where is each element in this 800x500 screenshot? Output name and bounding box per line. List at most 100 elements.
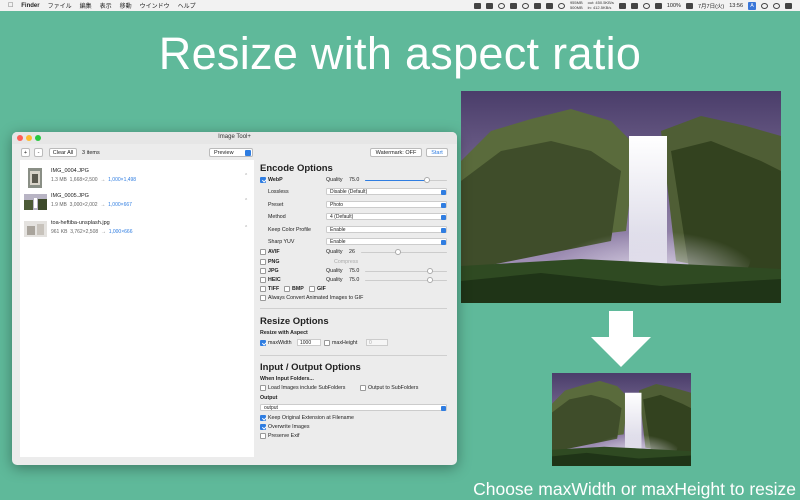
color-profile-select-value: Enable <box>330 227 346 233</box>
arrow-down-icon <box>591 311 651 367</box>
battery-percent: 100% <box>666 2 681 9</box>
record-icon[interactable] <box>521 2 529 9</box>
file-list[interactable]: IMG_0004.JPG 1.3 MB 1,668×2,500 → 1,000×… <box>20 160 254 457</box>
title-bar[interactable]: Image Tool+ <box>12 132 457 144</box>
avif-checkbox[interactable] <box>260 249 266 255</box>
start-button[interactable]: Start <box>426 148 448 157</box>
bmp-checkbox[interactable] <box>284 286 290 292</box>
jpg-quality-value: 75.0 <box>349 268 360 274</box>
shield-icon[interactable] <box>533 2 541 9</box>
file-item[interactable]: IMG_0004.JPG 1.3 MB 1,668×2,500 → 1,000×… <box>20 164 254 190</box>
jpg-label: JPG <box>268 268 279 274</box>
lossless-select[interactable]: Disable (Default) <box>326 188 447 195</box>
sharp-yuv-select-value: Enable <box>330 239 346 245</box>
file-dimensions: 961 KB 3,762×2,508 → 1,000×666 <box>51 229 133 235</box>
wifi-icon[interactable] <box>654 2 662 9</box>
window-icon[interactable] <box>509 2 517 9</box>
io-options-heading: Input / Output Options <box>260 362 361 373</box>
sharp-yuv-select[interactable]: Enable <box>326 238 447 245</box>
chevron-updown-icon <box>440 189 446 195</box>
battery-icon[interactable] <box>685 2 693 9</box>
preset-select[interactable]: Photo <box>326 201 447 208</box>
divider <box>260 355 447 356</box>
preview-select[interactable]: Preview <box>209 148 253 157</box>
cloud-icon[interactable] <box>545 2 553 9</box>
jpg-checkbox[interactable] <box>260 268 266 274</box>
watermark-button[interactable]: Watermark: OFF <box>370 148 422 157</box>
chevron-updown-icon <box>440 202 446 208</box>
jpg-quality-slider[interactable] <box>365 268 447 274</box>
load-subfolders-checkbox[interactable] <box>260 385 266 391</box>
menu-view[interactable]: 表示 <box>100 1 112 10</box>
avif-quality-slider[interactable] <box>361 249 447 255</box>
file-dimensions: 1.9 MB 3,000×2,002 → 1,000×667 <box>51 202 132 208</box>
menu-edit[interactable]: 編集 <box>80 1 92 10</box>
preset-label: Preset <box>268 202 284 208</box>
file-item[interactable]: toa-heftiba-unsplash.jpg 961 KB 3,762×2,… <box>20 219 254 245</box>
menu-app-finder[interactable]: Finder <box>21 3 39 9</box>
heic-quality-slider[interactable] <box>365 277 447 283</box>
tiff-checkbox[interactable] <box>260 286 266 292</box>
jpg-quality-label: Quality <box>326 268 343 274</box>
avif-label: AVIF <box>268 249 280 255</box>
menu-time[interactable]: 13:56 <box>729 3 743 9</box>
method-select[interactable]: 4 (Default) <box>326 213 447 220</box>
remove-button[interactable]: - <box>34 148 43 157</box>
menu-help[interactable]: ヘルプ <box>178 1 196 10</box>
cpu-graph-icon[interactable] <box>618 2 626 9</box>
chevron-up-icon[interactable]: ⌃ <box>244 225 248 231</box>
max-height-input[interactable]: 0 <box>366 339 388 346</box>
max-width-input[interactable]: 1000 <box>297 339 321 346</box>
webp-quality-label: Quality <box>326 177 343 183</box>
bluetooth-icon[interactable] <box>630 2 638 9</box>
keep-extension-checkbox[interactable] <box>260 415 266 421</box>
lossless-label: Lossless <box>268 189 289 195</box>
max-height-checkbox[interactable] <box>324 340 330 346</box>
load-subfolders-label: Load Images include SubFolders <box>268 385 346 391</box>
bmp-label: BMP <box>292 286 304 292</box>
max-width-checkbox[interactable] <box>260 340 266 346</box>
dropbox-icon[interactable] <box>485 2 493 9</box>
animated-gif-checkbox[interactable] <box>260 295 266 301</box>
file-dimensions: 1.3 MB 1,668×2,500 → 1,000×1,498 <box>51 177 137 183</box>
siri-icon[interactable] <box>773 2 780 9</box>
heic-label: HEIC <box>268 277 281 283</box>
gif-checkbox[interactable] <box>309 286 315 292</box>
chevron-updown-icon <box>440 214 446 220</box>
overwrite-checkbox[interactable] <box>260 424 266 430</box>
circle-icon[interactable] <box>557 2 565 9</box>
overwrite-label: Overwrite Images <box>268 424 310 430</box>
output-select[interactable]: output <box>260 404 447 411</box>
webp-quality-slider[interactable] <box>365 177 447 183</box>
lossless-select-value: Disable (Default) <box>330 189 368 195</box>
search-icon[interactable] <box>761 2 768 9</box>
file-name: IMG_0005.JPG <box>51 193 89 199</box>
input-source-icon[interactable]: A <box>748 1 756 10</box>
apple-icon[interactable]:  <box>8 2 13 9</box>
status-app-icon[interactable] <box>473 2 481 9</box>
sharp-yuv-label: Sharp YUV <box>268 239 295 245</box>
output-subfolders-checkbox[interactable] <box>360 385 366 391</box>
color-profile-select[interactable]: Enable <box>326 226 447 233</box>
png-checkbox[interactable] <box>260 259 266 265</box>
gif-label: GIF <box>317 286 326 292</box>
chevron-up-icon[interactable]: ⌃ <box>244 173 248 179</box>
add-button[interactable]: + <box>21 148 30 157</box>
webp-checkbox[interactable] <box>260 177 266 183</box>
menu-date[interactable]: 7月7日(火) <box>698 2 724 10</box>
time-machine-icon[interactable] <box>642 2 650 9</box>
file-thumbnail <box>24 194 47 210</box>
menu-go[interactable]: 移動 <box>120 1 132 10</box>
options-panel: Encode Options WebP Quality 75.0 Lossles… <box>257 160 452 460</box>
preserve-exif-checkbox[interactable] <box>260 433 266 439</box>
file-item[interactable]: IMG_0005.JPG 1.9 MB 3,000×2,002 → 1,000×… <box>20 191 254 217</box>
sync-icon[interactable] <box>497 2 505 9</box>
menu-file[interactable]: ファイル <box>48 1 72 10</box>
chevron-up-icon[interactable]: ⌃ <box>244 198 248 204</box>
waterfall-photo-original <box>461 91 781 303</box>
menu-window[interactable]: ウインドウ <box>140 1 170 10</box>
clear-all-button[interactable]: Clear All <box>49 148 77 157</box>
heic-checkbox[interactable] <box>260 277 266 283</box>
chevron-updown-icon <box>440 239 446 245</box>
control-center-icon[interactable] <box>785 2 792 9</box>
